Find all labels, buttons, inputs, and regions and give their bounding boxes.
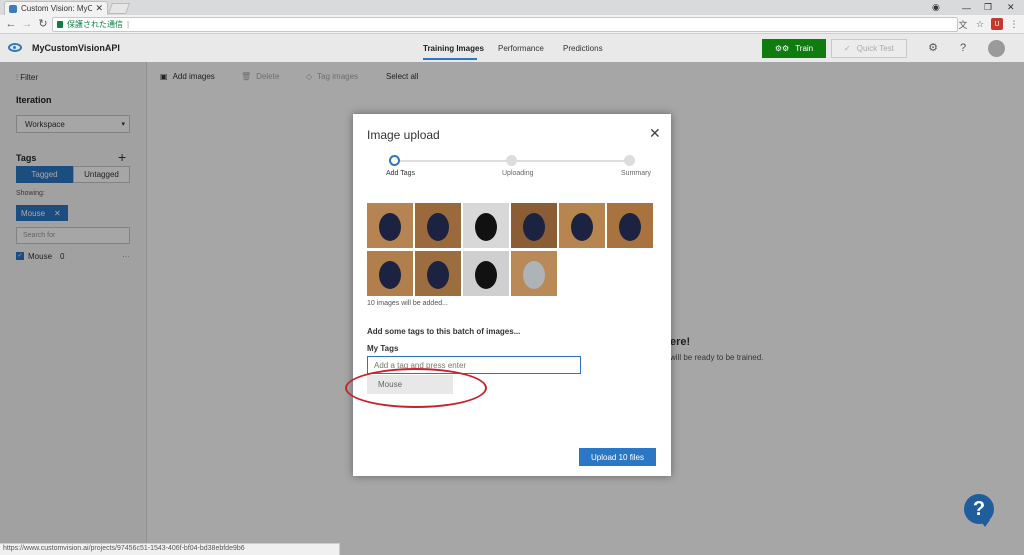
- image-thumbnail[interactable]: [511, 251, 557, 296]
- browser-tab-bar: Custom Vision: MyCusto ✕ ◉ — ❐ ✕: [0, 0, 1024, 15]
- window-maximize-button[interactable]: ❐: [984, 0, 992, 15]
- browser-tab-title: Custom Vision: MyCusto: [21, 4, 93, 13]
- step-summary-dot: [624, 155, 635, 166]
- image-thumbnail[interactable]: [367, 251, 413, 296]
- reload-icon[interactable]: ↻: [36, 17, 50, 31]
- image-count-text: 10 images will be added...: [367, 300, 448, 307]
- mouse-photo: [523, 261, 545, 289]
- site-favicon-icon: [9, 4, 17, 13]
- tab-performance[interactable]: Performance: [498, 44, 544, 53]
- tab-predictions[interactable]: Predictions: [563, 44, 603, 53]
- user-avatar[interactable]: [988, 40, 1005, 57]
- mouse-photo: [379, 261, 401, 289]
- upload-files-button[interactable]: Upload 10 files: [579, 448, 656, 466]
- gears-icon: ⚙⚙: [774, 44, 790, 53]
- mouse-photo: [619, 213, 641, 241]
- browser-toolbar: ← → ↻ 保護された通信 | 文 ☆ U ⋮: [0, 15, 1024, 34]
- lock-icon: [57, 21, 63, 28]
- dialog-title: Image upload: [367, 128, 440, 142]
- mouse-photo: [379, 213, 401, 241]
- checkmark-icon: ✓: [844, 44, 851, 53]
- browser-tab[interactable]: Custom Vision: MyCusto ✕: [4, 1, 108, 15]
- dialog-close-icon[interactable]: ✕: [649, 125, 661, 142]
- image-thumbnail[interactable]: [463, 251, 509, 296]
- mouse-photo: [475, 261, 497, 289]
- image-thumbnail[interactable]: [415, 251, 461, 296]
- mouse-photo: [427, 213, 449, 241]
- step-add-tags-label: Add Tags: [386, 170, 416, 177]
- train-button-label: Train: [795, 44, 814, 53]
- step-summary-label: Summary: [621, 170, 651, 177]
- help-chat-bubble-icon[interactable]: ?: [964, 494, 994, 527]
- project-name[interactable]: MyCustomVisionAPI: [32, 43, 120, 53]
- status-bar-url: https://www.customvision.ai/projects/974…: [0, 543, 340, 555]
- back-arrow-icon[interactable]: ←: [4, 17, 18, 31]
- image-thumbnail[interactable]: [463, 203, 509, 248]
- step-uploading-dot: [506, 155, 517, 166]
- mouse-photo: [475, 213, 497, 241]
- tab-training-images[interactable]: Training Images: [423, 44, 484, 53]
- step-uploading-label: Uploading: [502, 170, 534, 177]
- forward-arrow-icon[interactable]: →: [20, 17, 34, 31]
- custom-vision-eye-icon[interactable]: [8, 43, 22, 52]
- settings-gear-icon[interactable]: ⚙: [926, 41, 940, 55]
- image-thumbnail[interactable]: [367, 203, 413, 248]
- image-thumbnail[interactable]: [511, 203, 557, 248]
- image-thumbnail[interactable]: [607, 203, 653, 248]
- mouse-photo: [427, 261, 449, 289]
- my-tags-label: My Tags: [367, 344, 399, 353]
- secure-connection-label: 保護された通信: [67, 20, 123, 29]
- bookmark-star-icon[interactable]: ☆: [974, 18, 986, 30]
- user-profile-icon[interactable]: ◉: [932, 0, 940, 15]
- browser-menu-icon[interactable]: ⋮: [1008, 18, 1020, 30]
- image-upload-dialog: Image upload ✕ Add Tags Uploading Summar…: [353, 114, 671, 476]
- step-add-tags-dot: [389, 155, 400, 166]
- extension-icons: 文 ☆ U ⋮: [957, 18, 1020, 30]
- help-question-icon[interactable]: ?: [956, 41, 970, 55]
- quick-test-button[interactable]: ✓ Quick Test: [831, 39, 907, 58]
- image-thumbnail[interactable]: [559, 203, 605, 248]
- new-tab-button[interactable]: [107, 3, 131, 14]
- quick-test-label: Quick Test: [856, 44, 894, 53]
- window-minimize-button[interactable]: —: [962, 0, 971, 15]
- address-separator: |: [127, 20, 130, 29]
- image-thumbnail[interactable]: [415, 203, 461, 248]
- annotation-circle: [345, 368, 487, 408]
- add-tags-hint: Add some tags to this batch of images...: [367, 327, 521, 336]
- translate-icon[interactable]: 文: [957, 18, 969, 30]
- window-close-button[interactable]: ✕: [1007, 0, 1015, 15]
- mouse-photo: [523, 213, 545, 241]
- extension-shield-icon[interactable]: U: [991, 18, 1003, 30]
- train-button[interactable]: ⚙⚙ Train: [762, 39, 826, 58]
- mouse-photo: [571, 213, 593, 241]
- address-bar[interactable]: 保護された通信 |: [52, 17, 958, 32]
- close-tab-icon[interactable]: ✕: [95, 3, 103, 14]
- active-tab-indicator: [423, 58, 477, 60]
